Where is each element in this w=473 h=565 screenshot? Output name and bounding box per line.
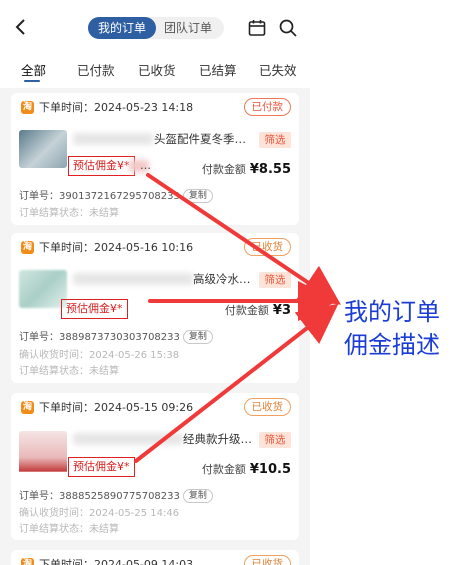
annotation-arrows [134,173,341,463]
annotation-label: 我的订单 佣金描述 [344,296,464,362]
annotation-line-1: 我的订单 [344,298,440,326]
arrow-line [146,173,341,305]
annotation-line-2: 佣金描述 [344,331,440,359]
arrow-line [134,303,339,463]
